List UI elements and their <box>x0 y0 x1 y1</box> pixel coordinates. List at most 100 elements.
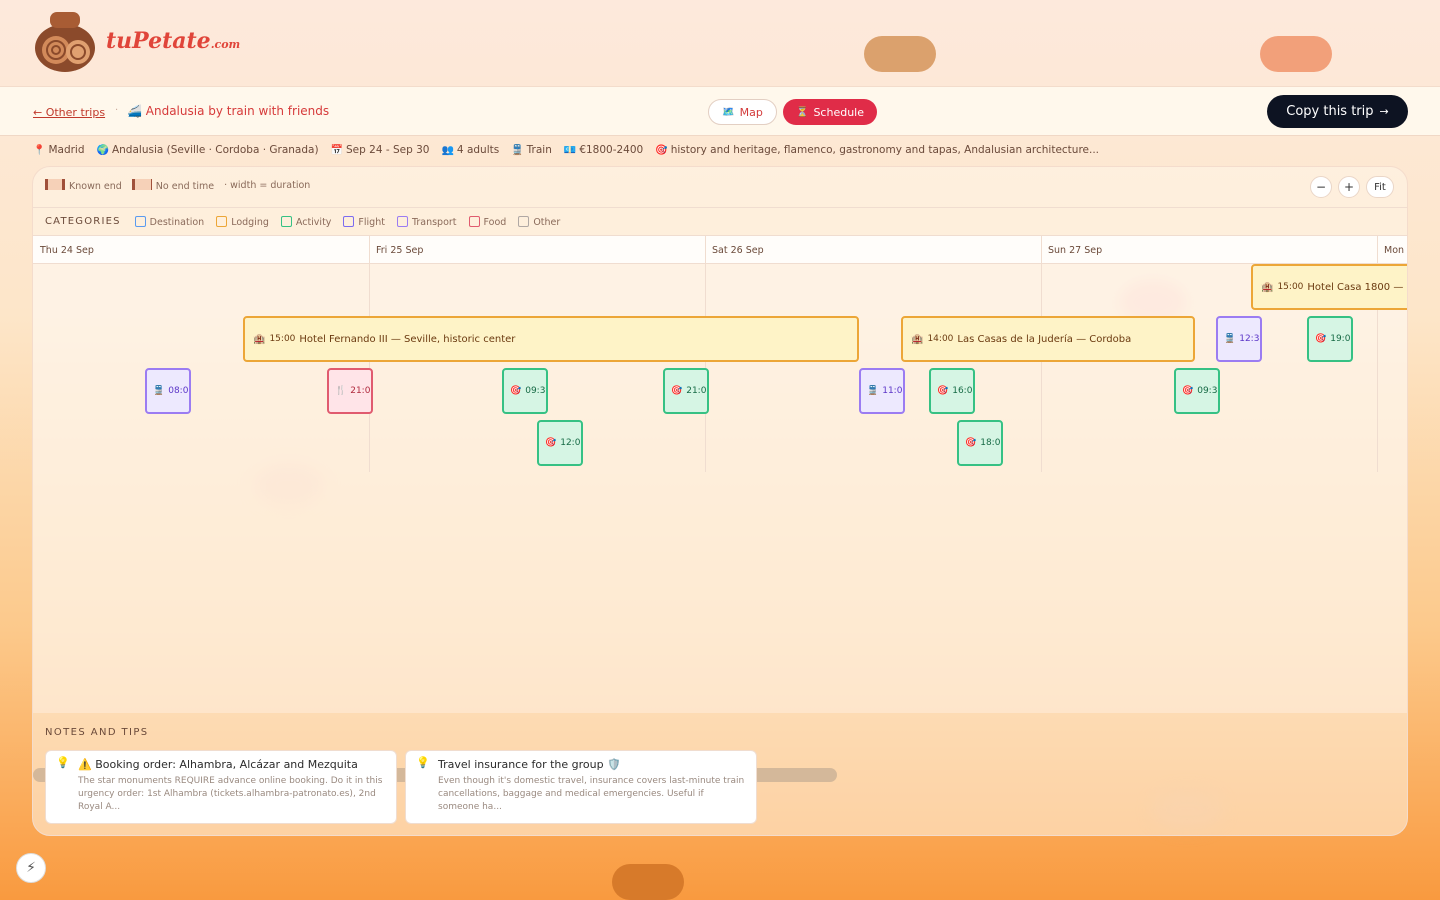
legend-width-note: · width = duration <box>224 180 311 191</box>
schedule-timeline[interactable]: Thu 24 Sep Fri 25 Sep Sat 26 Sep Sun 27 … <box>33 235 1407 782</box>
event-title: Hotel Casa 1800 — Gra <box>1307 281 1407 293</box>
target-icon: 🎯 <box>671 386 683 396</box>
event-activity[interactable]: 🎯 09:3 <box>1174 368 1220 414</box>
lightning-icon[interactable]: ⚡ <box>16 853 46 883</box>
top-header: tuPetate.com <box>0 0 1440 86</box>
other-trips-link[interactable]: ← Other trips <box>33 106 105 119</box>
checkbox[interactable] <box>518 215 530 227</box>
timeline-legend: Known end No end time · width = duration <box>45 179 310 192</box>
note-title: Travel insurance for the group 🛡️ <box>438 758 621 771</box>
day-header: Mon <box>1377 236 1407 264</box>
train-icon: 🚆 <box>1224 334 1236 344</box>
event-time: 12:3 <box>1239 334 1260 344</box>
event-time: 18:0 <box>980 438 1001 448</box>
event-activity[interactable]: 🎯 19:0 <box>1307 316 1353 362</box>
event-activity[interactable]: 🎯 09:3 <box>502 368 548 414</box>
category-label: Activity <box>295 216 332 228</box>
checkbox[interactable] <box>216 215 228 227</box>
map-view-button[interactable]: 🗺️ Map <box>708 99 777 125</box>
event-activity[interactable]: 🎯 16:0 <box>929 368 975 414</box>
target-icon: 🎯 <box>1182 386 1194 396</box>
info-dates-text: Sep 24 - Sep 30 <box>346 144 430 156</box>
event-food[interactable]: 🍴 21:0 <box>327 368 373 414</box>
category-destination[interactable]: Destination <box>134 215 205 228</box>
checkbox[interactable] <box>134 215 146 227</box>
checkbox[interactable] <box>343 215 355 227</box>
info-region: 🌍 Andalusia (Seville · Cordoba · Granada) <box>97 144 319 156</box>
globe-icon: 🌍 <box>96 145 109 156</box>
event-time: 12:0 <box>560 438 581 448</box>
map-view-label: Map <box>739 105 763 119</box>
train-icon: 🚆 <box>867 386 879 396</box>
event-time: 15:00 <box>269 334 296 344</box>
lightbulb-icon: 💡 <box>416 756 430 769</box>
category-flight[interactable]: Flight <box>343 215 385 228</box>
info-origin-text: Madrid <box>48 144 85 156</box>
event-transport[interactable]: 🚆 08:0 <box>145 368 191 414</box>
category-activity[interactable]: Activity <box>280 215 332 228</box>
event-transport[interactable]: 🚆 11:0 <box>859 368 905 414</box>
info-origin: 📍 Madrid <box>33 144 85 156</box>
info-region-text: Andalusia (Seville · Cordoba · Granada) <box>111 144 319 156</box>
category-transport[interactable]: Transport <box>396 215 457 228</box>
legend-known-end-label: Known end <box>69 181 122 192</box>
event-time: 09:3 <box>1197 386 1218 396</box>
day-header: Fri 25 Sep <box>369 236 705 264</box>
category-label: Transport <box>411 216 457 228</box>
info-travelers: 👥 4 adults <box>441 144 499 156</box>
info-interests: 🎯 history and heritage, flamenco, gastron… <box>655 144 1099 156</box>
backpack-logo-icon[interactable] <box>32 8 98 74</box>
brand-logo[interactable]: tuPetate.com <box>106 28 240 54</box>
note-body: Even though it's domestic travel, insura… <box>438 776 745 812</box>
event-time: 08:0 <box>168 386 189 396</box>
event-activity[interactable]: 🎯 12:0 <box>537 420 583 466</box>
event-lodging[interactable]: 🏨 15:00 Hotel Casa 1800 — Gra <box>1251 264 1407 310</box>
checkbox[interactable] <box>396 215 408 227</box>
note-card[interactable]: 💡 Travel insurance for the group 🛡️ Even… <box>405 750 757 824</box>
event-time: 21:0 <box>686 386 707 396</box>
event-activity[interactable]: 🎯 21:0 <box>663 368 709 414</box>
zoom-fit-button[interactable]: Fit <box>1366 176 1394 198</box>
schedule-panel: Known end No end time · width = duration… <box>32 166 1408 836</box>
event-lodging[interactable]: 🏨 15:00 Hotel Fernando III — Seville, hi… <box>243 316 859 362</box>
note-title: ⚠️ Booking order: Alhambra, Alcázar and … <box>78 758 358 771</box>
category-label: Food <box>483 216 507 228</box>
target-icon: 🎯 <box>545 438 557 448</box>
event-time: 21:0 <box>350 386 371 396</box>
checkbox[interactable] <box>468 215 480 227</box>
category-food[interactable]: Food <box>468 215 507 228</box>
target-icon: 🎯 <box>1315 334 1327 344</box>
copy-trip-button[interactable]: Copy this trip → <box>1267 95 1408 128</box>
info-travelers-text: 4 adults <box>456 144 500 156</box>
calendar-icon: 📅 <box>330 145 344 156</box>
legend-no-end: No end time <box>131 179 214 192</box>
known-end-swatch <box>45 179 65 190</box>
zoom-in-button[interactable]: + <box>1338 176 1360 198</box>
zoom-out-button[interactable]: − <box>1310 176 1332 198</box>
event-activity[interactable]: 🎯 18:0 <box>957 420 1003 466</box>
schedule-view-button[interactable]: ⏳ Schedule <box>783 99 877 125</box>
trip-navbar: ← Other trips · 🚄 Andalusia by train wit… <box>0 86 1440 136</box>
target-icon: 🎯 <box>965 438 977 448</box>
breadcrumb-separator: · <box>115 105 119 116</box>
category-label: Flight <box>358 216 385 228</box>
people-icon: 👥 <box>441 145 454 156</box>
event-transport[interactable]: 🚆 12:3 <box>1216 316 1262 362</box>
trip-title: 🚄 Andalusia by train with friends <box>127 104 330 118</box>
category-label: Other <box>533 216 561 228</box>
hotel-icon: 🏨 <box>911 333 924 345</box>
hotel-icon: 🏨 <box>1261 281 1274 293</box>
checkbox[interactable] <box>280 215 292 227</box>
note-card[interactable]: 💡 ⚠️ Booking order: Alhambra, Alcázar an… <box>45 750 397 824</box>
category-label: Destination <box>149 216 205 228</box>
target-icon: 🎯 <box>655 145 668 156</box>
category-label: Lodging <box>231 216 269 228</box>
category-other[interactable]: Other <box>518 215 561 228</box>
target-icon: 🎯 <box>937 386 949 396</box>
no-end-swatch <box>131 179 152 190</box>
category-lodging[interactable]: Lodging <box>216 215 269 228</box>
train-icon: 🚆 <box>511 145 524 156</box>
event-title: Las Casas de la Judería — Cordoba <box>957 333 1132 345</box>
event-lodging[interactable]: 🏨 14:00 Las Casas de la Judería — Cordob… <box>901 316 1195 362</box>
trip-info-bar: 📍 Madrid 🌍 Andalusia (Seville · Cordoba · … <box>0 137 1440 163</box>
